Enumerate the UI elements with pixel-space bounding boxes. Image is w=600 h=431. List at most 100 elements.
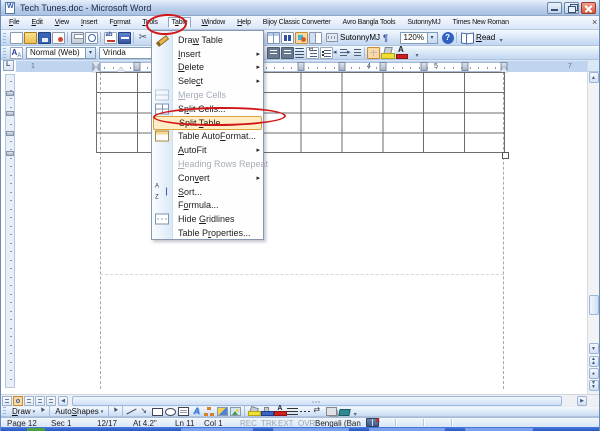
show-hide-pilcrow-button[interactable]: ¶	[383, 32, 396, 44]
scroll-left-icon[interactable]: ◀	[58, 395, 68, 406]
styles-and-formatting-icon[interactable]	[9, 46, 23, 59]
menu-item-delete[interactable]: Delete ▸	[152, 61, 263, 75]
toolbar-options-icon[interactable]: ▾	[413, 47, 421, 59]
toolbar-options-icon[interactable]: ▾	[351, 406, 359, 418]
chevron-down-icon[interactable]: ▾	[85, 47, 95, 58]
taskbar-button[interactable]	[465, 427, 533, 431]
menu-item-split-table[interactable]: Split Table	[153, 115, 262, 130]
draw-menu-button[interactable]: Draw ▾	[9, 407, 38, 416]
vertical-ruler[interactable]	[5, 74, 15, 388]
menu-bijoy-classic-converter[interactable]: Bijoy Classic Converter	[261, 18, 333, 27]
oval-icon[interactable]	[165, 408, 177, 416]
email-icon[interactable]	[51, 31, 65, 44]
line-spacing-icon[interactable]	[294, 47, 304, 58]
menu-window[interactable]: Window	[199, 18, 227, 27]
browse-next-icon[interactable]: ▼ ▼	[588, 380, 599, 391]
menu-file[interactable]: File	[7, 18, 21, 27]
numbering-icon[interactable]	[306, 46, 319, 59]
menu-sutonnymj[interactable]: SutonnyMJ	[405, 18, 442, 27]
menu-times-new-roman[interactable]: Times New Roman	[451, 18, 511, 27]
restore-button[interactable]	[564, 2, 579, 14]
chevron-down-icon[interactable]: ▾	[426, 32, 437, 43]
highlight-icon[interactable]	[381, 46, 395, 59]
decrease-indent-icon[interactable]	[333, 47, 347, 59]
windows-taskbar-edge[interactable]	[1, 427, 599, 431]
toolbar-grip[interactable]	[3, 47, 6, 58]
horizontal-scroll-track[interactable]	[70, 395, 573, 406]
table-column-marker[interactable]	[379, 62, 387, 71]
table-row-marker[interactable]	[6, 91, 14, 96]
shadow-style-icon[interactable]	[326, 407, 339, 417]
fill-color-icon[interactable]	[248, 407, 262, 416]
diagram-icon[interactable]	[204, 407, 215, 416]
select-objects-icon[interactable]	[39, 407, 46, 416]
help-icon[interactable]: ?	[441, 31, 454, 44]
save-icon[interactable]	[37, 31, 51, 44]
print-layout-view-icon[interactable]	[24, 395, 34, 406]
left-indent-marker[interactable]	[117, 67, 125, 72]
taskbar-button[interactable]	[273, 427, 349, 431]
toolbar-grip[interactable]	[3, 32, 6, 43]
browse-previous-icon[interactable]: ▲ ▲	[588, 356, 599, 367]
vertical-scroll-thumb[interactable]	[588, 295, 599, 315]
table-column-marker[interactable]	[297, 62, 305, 71]
document-map-icon[interactable]	[308, 31, 322, 44]
table-column-marker[interactable]	[420, 62, 428, 71]
tab-stop-selector[interactable]	[3, 60, 14, 71]
font-combo[interactable]: Vrinda	[99, 46, 159, 59]
columns-icon[interactable]	[280, 31, 294, 44]
scroll-right-icon[interactable]: ▶	[577, 395, 587, 406]
open-icon[interactable]	[23, 31, 37, 44]
menu-item-formula[interactable]: Formula...	[152, 199, 263, 213]
table-row-marker[interactable]	[6, 111, 14, 116]
taskbar-button[interactable]	[181, 427, 253, 431]
table-column-marker[interactable]	[338, 62, 346, 71]
outside-border-icon[interactable]	[367, 46, 380, 59]
line-color-icon[interactable]	[261, 407, 275, 416]
dash-style-icon[interactable]	[300, 407, 312, 416]
horizontal-scroll-thumb[interactable]	[72, 395, 562, 406]
right-indent-marker[interactable]	[500, 67, 508, 72]
table-row-marker[interactable]	[6, 151, 14, 156]
drawing-icon[interactable]	[294, 31, 308, 44]
menu-item-hide-gridlines[interactable]: Hide Gridlines	[152, 212, 263, 226]
document-close-icon[interactable]: ×	[592, 17, 597, 27]
menu-item-select[interactable]: Select ▸	[152, 74, 263, 88]
sutonny-keyboard-button[interactable]: SutonnyMJ	[325, 33, 380, 42]
document-page[interactable]	[16, 72, 589, 394]
menu-item-split-cells[interactable]: Split Cells...	[152, 102, 263, 116]
font-color2-icon[interactable]	[274, 405, 288, 416]
menu-avro-bangla-tools[interactable]: Avro Bangla Tools	[341, 18, 398, 27]
menu-item-table-properties[interactable]: Table Properties...	[152, 226, 263, 240]
3d-style-icon[interactable]	[338, 409, 352, 416]
pointer-icon[interactable]	[112, 407, 119, 416]
table-column-marker[interactable]	[461, 62, 469, 71]
autoshapes-menu-button[interactable]: AutoShapes ▾	[52, 407, 106, 416]
table-resize-handle[interactable]	[502, 152, 509, 159]
font-color-icon[interactable]	[395, 45, 408, 59]
normal-view-icon[interactable]	[2, 395, 12, 406]
spelling-icon[interactable]	[103, 31, 117, 44]
vertical-scrollbar[interactable]: ▲ ▼ ▲ ▲ ● ▼ ▼	[587, 60, 599, 394]
reading-view-icon[interactable]	[46, 395, 56, 406]
menu-item-draw-table[interactable]: Draw Table	[152, 33, 263, 47]
word-art-icon[interactable]	[191, 406, 202, 416]
close-button[interactable]	[581, 2, 596, 14]
web-layout-view-icon[interactable]	[13, 395, 23, 406]
taskbar-start-fragment[interactable]	[27, 427, 45, 431]
table-column-marker[interactable]	[133, 62, 141, 71]
horizontal-scrollbar[interactable]: ◀ ▶	[1, 394, 599, 406]
horizontal-ruler[interactable]: 1457	[16, 60, 589, 72]
menu-insert[interactable]: Insert	[79, 18, 99, 27]
print-preview-icon[interactable]	[84, 31, 98, 44]
table-row-marker[interactable]	[6, 131, 14, 136]
menu-item-convert[interactable]: Convert ▸	[152, 171, 263, 185]
insert-picture-icon[interactable]	[230, 407, 242, 416]
hanging-indent-marker[interactable]	[92, 67, 100, 72]
read-button[interactable]: Read	[459, 33, 497, 43]
menu-view[interactable]: View	[53, 18, 71, 27]
bullets-icon[interactable]	[320, 46, 333, 59]
scroll-down-icon[interactable]: ▼	[588, 343, 599, 354]
rectangle-icon[interactable]	[152, 408, 164, 416]
zoom-combo[interactable]: 120% ▾	[399, 31, 438, 44]
